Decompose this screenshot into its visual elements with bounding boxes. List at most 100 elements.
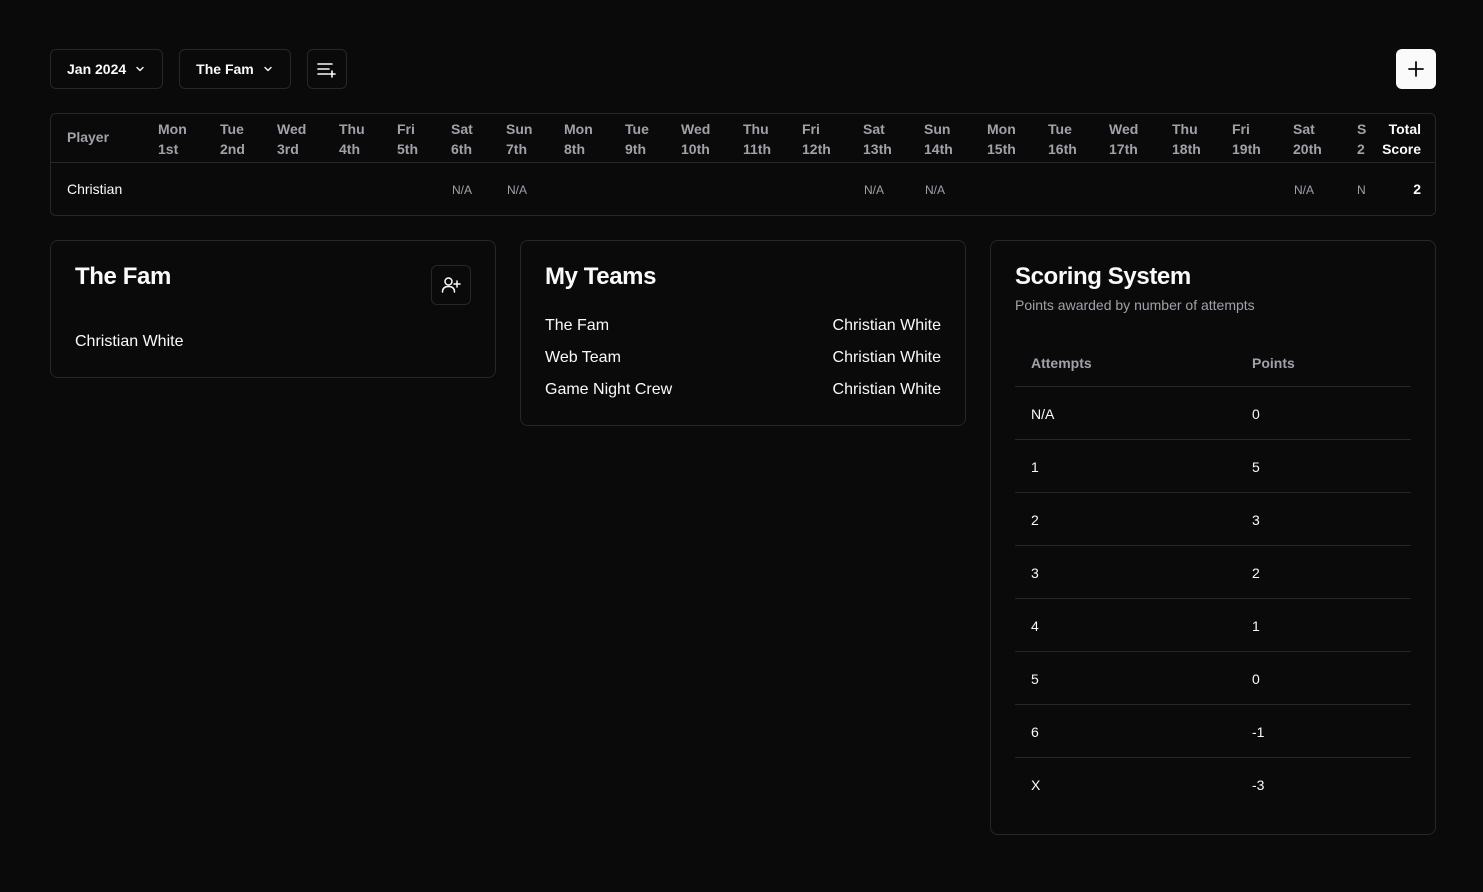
team-owner: Christian White [832, 317, 941, 334]
team-row[interactable]: Game Night Crew Christian White [545, 381, 941, 401]
total-header-line2: Score [1382, 141, 1421, 157]
table-row: N/A 0 [1015, 387, 1411, 440]
day-date: 2nd [220, 141, 245, 157]
day-weekday: Fri [802, 121, 820, 137]
day-weekday: Wed [681, 121, 711, 137]
table-row: 6 -1 [1015, 705, 1411, 758]
scoring-system-title: Scoring System [1015, 263, 1191, 290]
score-table: S 2 Sat 20th Fri 19th Thu 18th Wed 17th Tue 16th Mon… [50, 113, 1436, 216]
table-row[interactable]: N N/A N/A N/A N/A N/A Christian 2 [51, 163, 1435, 215]
day-weekday: Mon [158, 121, 187, 137]
day-column-header: Sun 7th [506, 119, 532, 159]
team-row[interactable]: Web Team Christian White [545, 349, 941, 369]
day-column-header: Mon 1st [158, 119, 187, 159]
app-root: Jan 2024 The Fam S 2 Sat 20th Fri 19th Thu 18th… [0, 0, 1483, 892]
attempts-value: N/A [1031, 406, 1055, 422]
table-row: 15 [1015, 440, 1411, 493]
day-date: 3rd [277, 141, 299, 157]
my-teams-card: My Teams The Fam Christian White Web Tea… [520, 240, 966, 426]
score-cell[interactable]: N [1357, 183, 1366, 197]
team-members-title: The Fam [75, 263, 171, 290]
day-column-header: Wed 10th [681, 119, 710, 159]
chevron-down-icon [264, 66, 272, 72]
day-column-header: Mon 15th [987, 119, 1016, 159]
team-owner: Christian White [832, 381, 941, 398]
day-date: 5th [397, 141, 418, 157]
day-weekday: Sun [506, 121, 533, 137]
day-column-header: Thu 18th [1172, 119, 1201, 159]
add-score-button[interactable] [1396, 49, 1436, 89]
month-select[interactable]: Jan 2024 [50, 49, 164, 89]
day-date: 15th [987, 141, 1016, 157]
day-column-header: Fri 5th [397, 119, 418, 159]
day-date: 6th [451, 141, 472, 157]
attempts-value: 2 [1031, 512, 1039, 528]
my-teams-title: My Teams [545, 263, 657, 290]
day-date: 7th [506, 141, 527, 157]
day-date: 20th [1293, 141, 1322, 157]
day-weekday: Wed [277, 121, 307, 137]
attempts-value: X [1031, 777, 1041, 793]
team-select[interactable]: The Fam [179, 49, 291, 89]
day-weekday: Sun [924, 121, 951, 137]
day-column-header: Mon 8th [564, 119, 593, 159]
scoring-system-subtitle: Points awarded by number of attempts [1015, 297, 1255, 313]
add-member-button[interactable] [431, 265, 471, 305]
day-column-header: Tue 16th [1048, 119, 1077, 159]
points-value: 1 [1252, 618, 1260, 634]
day-date: 17th [1109, 141, 1138, 157]
team-members-card: The Fam Christian White [50, 240, 496, 378]
points-value: 5 [1252, 459, 1260, 475]
points-value: -1 [1252, 724, 1265, 740]
score-cell[interactable]: N/A [452, 183, 472, 197]
clipped-column: S2 [1357, 114, 1367, 162]
total-score: 2 [1367, 163, 1435, 215]
points-value: -3 [1252, 777, 1265, 793]
team-select-label: The Fam [196, 61, 254, 77]
create-list-button[interactable] [306, 49, 347, 89]
player-column-header: Player [67, 129, 110, 145]
day-date: 10th [681, 141, 710, 157]
team-row[interactable]: The Fam Christian White [545, 317, 941, 337]
day-date: 11th [743, 141, 772, 157]
day-column-header: Fri 19th [1232, 119, 1261, 159]
day-date: 2 [1357, 141, 1365, 157]
day-column-header: Sat 13th [863, 119, 892, 159]
day-weekday: Fri [397, 121, 415, 137]
day-weekday: Tue [1048, 121, 1072, 137]
day-date: 13th [863, 141, 892, 157]
score-cell[interactable]: N/A [1294, 183, 1314, 197]
table-row: 32 [1015, 546, 1411, 599]
player-name: Christian [67, 181, 123, 197]
score-cell[interactable]: N/A [507, 183, 527, 197]
table-row: 23 [1015, 493, 1411, 546]
day-date: 9th [625, 141, 646, 157]
day-weekday: Wed [1109, 121, 1139, 137]
points-value: 0 [1252, 671, 1260, 687]
table-row: 41 [1015, 599, 1411, 652]
score-cell[interactable]: N/A [925, 183, 945, 197]
day-date: 16th [1048, 141, 1077, 157]
chevron-down-icon [136, 66, 144, 72]
day-column-header: Thu 4th [339, 119, 365, 159]
attempts-value: 3 [1031, 565, 1039, 581]
day-column-header: Sun 14th [924, 119, 953, 159]
attempts-value: 1 [1031, 459, 1039, 475]
day-weekday: Tue [220, 121, 244, 137]
attempts-value: 5 [1031, 671, 1039, 687]
list-plus-icon [316, 63, 336, 78]
day-weekday: Thu [743, 121, 769, 137]
day-weekday: Fri [1232, 121, 1250, 137]
day-column-header: Wed 3rd [277, 119, 306, 159]
day-column-header: Tue 9th [625, 119, 649, 159]
scoring-table-header: Attempts Points [1015, 341, 1411, 387]
day-date: 12th [802, 141, 831, 157]
score-table-header: S 2 Sat 20th Fri 19th Thu 18th Wed 17th Tue 16th Mon… [51, 114, 1435, 163]
team-owner: Christian White [832, 349, 941, 366]
attempts-header: Attempts [1031, 355, 1092, 371]
day-column-header: Fri 12th [802, 119, 831, 159]
score-cell[interactable]: N/A [864, 183, 884, 197]
day-column-header: Sat 6th [451, 119, 473, 159]
day-weekday: S [1357, 121, 1367, 137]
month-select-label: Jan 2024 [67, 61, 127, 77]
